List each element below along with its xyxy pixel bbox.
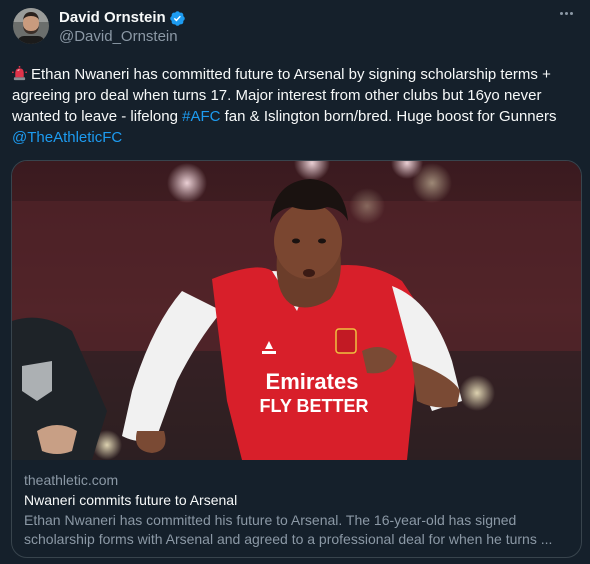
player-photo: Emirates FLY BETTER (12, 161, 581, 460)
author-name[interactable]: David Ornstein (59, 9, 166, 27)
hashtag-afc[interactable]: #AFC (182, 108, 220, 125)
shirt-sponsor-line2: FLY BETTER (259, 396, 368, 416)
shirt-sponsor-line1: Emirates (266, 369, 359, 394)
more-options-icon[interactable] (554, 5, 578, 21)
tweet: David Ornstein @David_Ornstein Ethan Nwa… (0, 0, 590, 564)
card-image[interactable]: Emirates FLY BETTER (12, 161, 581, 460)
card-title[interactable]: Nwaneri commits future to Arsenal (24, 490, 569, 510)
tweet-text-part2: fan & Islington born/bred. Huge boost fo… (220, 108, 557, 125)
link-card[interactable]: Emirates FLY BETTER theathletic.com Nwan… (11, 160, 582, 558)
tweet-text: Ethan Nwaneri has committed future to Ar… (12, 64, 582, 148)
tweet-header: David Ornstein @David_Ornstein (12, 8, 578, 50)
rotating-light-emoji (12, 66, 27, 81)
card-description[interactable]: Ethan Nwaneri has committed his future t… (24, 511, 569, 549)
mention-theathleticfc[interactable]: @TheAthleticFC (12, 129, 122, 146)
avatar[interactable] (13, 8, 49, 44)
card-domain[interactable]: theathletic.com (24, 471, 569, 490)
avatar-photo (13, 8, 49, 44)
verified-badge-icon[interactable] (169, 10, 186, 27)
author-handle[interactable]: @David_Ornstein (59, 27, 186, 46)
